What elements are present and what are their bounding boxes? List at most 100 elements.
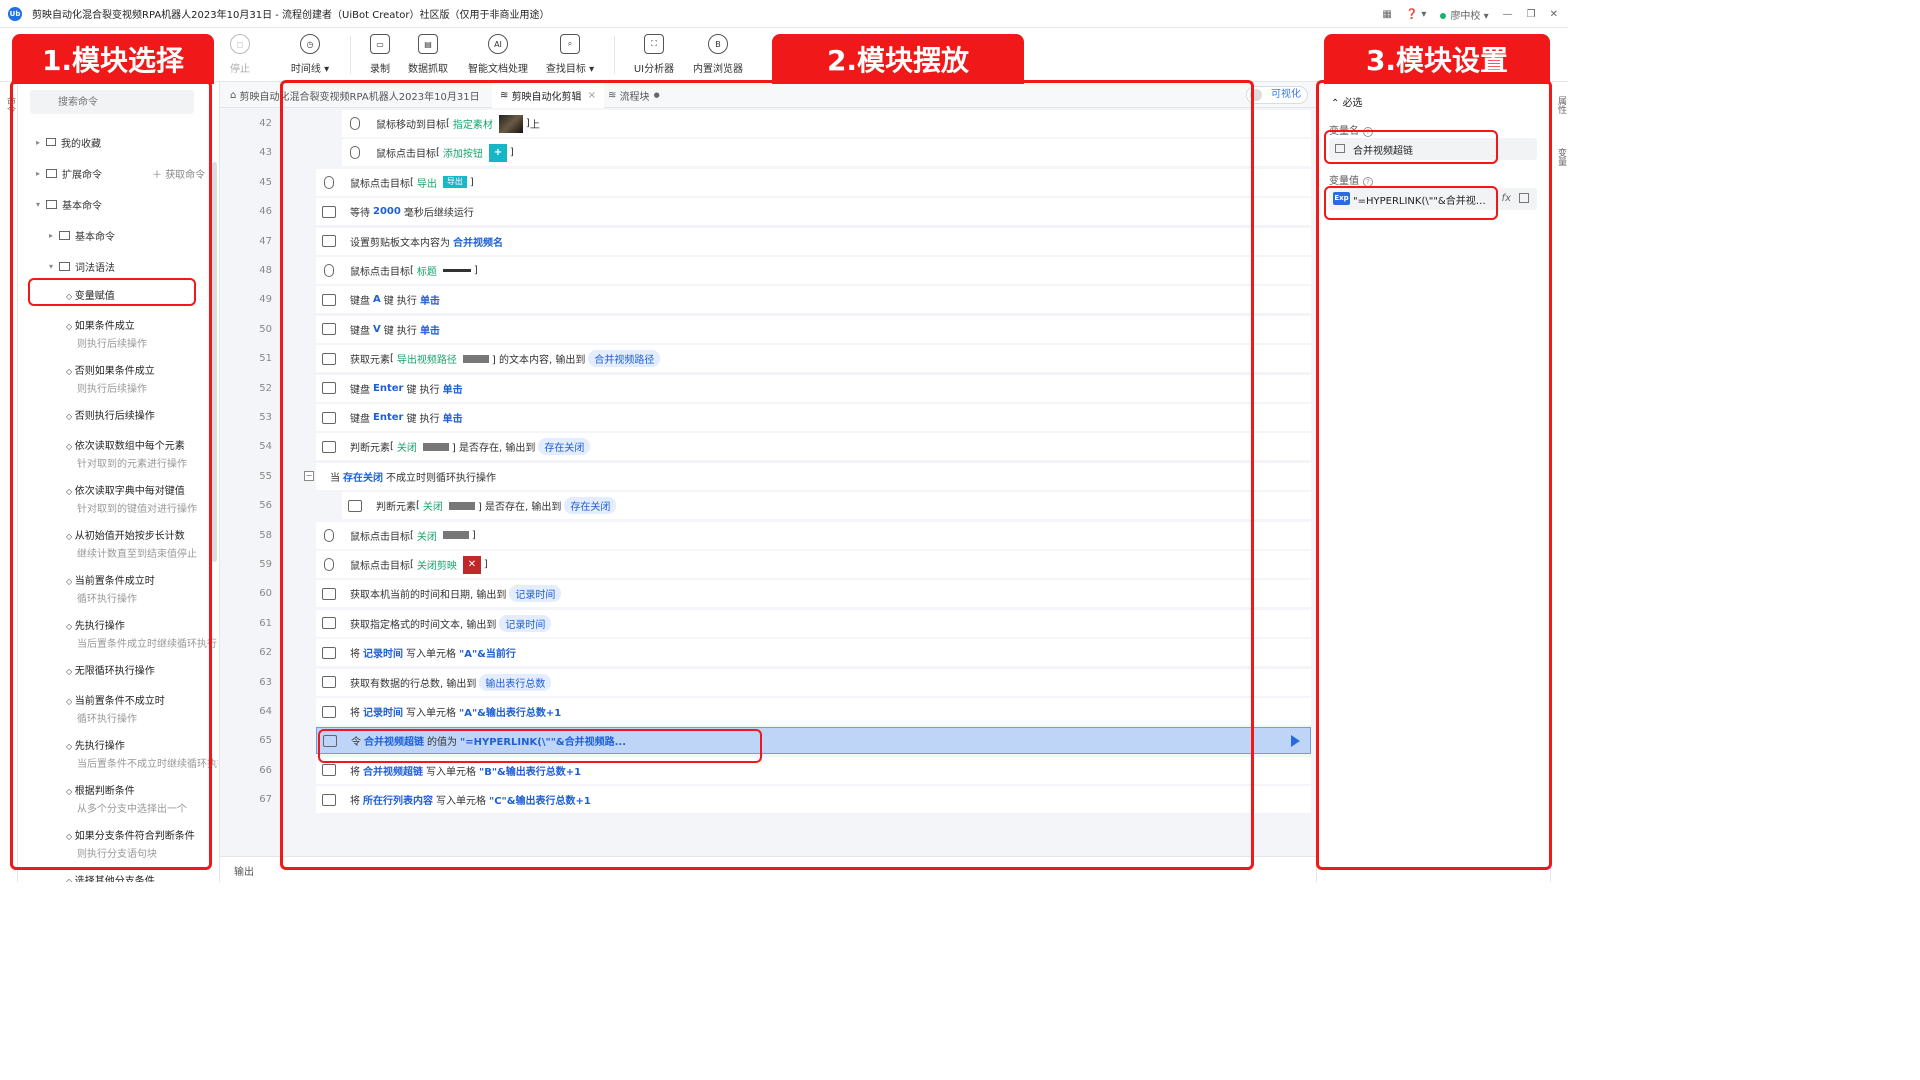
layers-icon: ≋ (500, 89, 512, 101)
command-item[interactable]: 先执行操作当后置条件不成立时继续循环执行 (66, 737, 218, 770)
code-row-47[interactable]: 设置剪贴板文本内容为 合并视频名 (316, 227, 1311, 255)
smart-document-button[interactable]: AI 智能文档处理 (466, 34, 530, 75)
code-row-60[interactable]: 获取本机当前的时间和日期, 输出到 记录时间 (316, 580, 1311, 608)
edit-icon[interactable] (1519, 193, 1529, 203)
tab-flow-block[interactable]: ≋ 流程块 ● (608, 82, 660, 108)
code-text: [ (446, 118, 450, 129)
code-row-66[interactable]: 将合并视频超链 写入单元格 "B"&输出表行总数+1 (316, 756, 1311, 784)
command-item[interactable]: 当前置条件不成立时循环执行操作 (66, 692, 218, 725)
help-icon[interactable]: ? (1363, 127, 1373, 137)
find-target-button[interactable]: ⌕ 查找目标 ▾ (538, 34, 602, 75)
left-edge-tab[interactable]: 命令 (0, 82, 18, 882)
tree-item-basic-sub[interactable]: ▸ 基本命令 (49, 225, 219, 245)
line-number: 65 (259, 735, 272, 747)
command-item[interactable]: 如果条件成立则执行后续操作 (66, 317, 218, 350)
code-text: 设置剪贴板文本内容为 (350, 237, 450, 249)
code-row-43[interactable]: 鼠标点击目标[添加按钮 +] (342, 139, 1311, 167)
window-title: 剪映自动化混合裂变视频RPA机器人2023年10月31日 - 流程创建者（UiB… (32, 10, 550, 21)
line-number: 66 (259, 764, 272, 776)
code-row-48[interactable]: 鼠标点击目标[标题] (316, 257, 1311, 284)
command-item[interactable]: 当前置条件成立时循环执行操作 (66, 572, 218, 605)
target-name: 关闭剪映 (416, 561, 457, 572)
code-row-65[interactable]: 令合并视频超链 的值为 "=HYPERLINK(\""&合并视频路... (316, 727, 1311, 755)
tree-item-favorites[interactable]: ▸ 我的收藏 (36, 132, 219, 152)
data-scrape-button[interactable]: ▤ 数据抓取 (396, 34, 460, 75)
code-row-52[interactable]: 键盘 Enter 键 执行 单击 (316, 374, 1311, 402)
code-row-45[interactable]: 鼠标点击目标[导出 导出] (316, 168, 1311, 196)
code-keyword: "=HYPERLINK(\""&合并视频路... (460, 737, 627, 749)
code-row-49[interactable]: 键盘 A 键 执行 单击 (316, 286, 1311, 314)
code-row-50[interactable]: 键盘 V 键 执行 单击 (316, 315, 1311, 343)
annotation-title-module-select: 1.模块选择 (12, 34, 214, 84)
code-row-42[interactable]: 鼠标移动到目标[指定素材] 上 (342, 110, 1311, 137)
command-item[interactable]: 无限循环执行操作 (66, 662, 218, 677)
ui-analyzer-button[interactable]: ⛶ UI分析器 (622, 34, 686, 75)
code-row-51[interactable]: 获取元素[导出视频路径] 的文本内容, 输出到 合并视频路径 (316, 345, 1311, 373)
command-subtitle: 当后置条件成立时继续循环执行 (77, 639, 217, 650)
left-scrollbar[interactable] (212, 162, 217, 562)
command-item[interactable]: 选择其他分支条件 (66, 872, 218, 882)
command-item[interactable]: 变量赋值 (66, 287, 218, 302)
code-row-55[interactable]: 当存在关闭 不成立时则循环执行操作 (316, 462, 1311, 490)
command-item[interactable]: 如果分支条件符合判断条件则执行分支语句块 (66, 827, 218, 860)
command-item[interactable]: 依次读取字典中每对键值针对取到的键值对进行操作 (66, 482, 218, 515)
code-text: [ (390, 353, 394, 365)
line-number: 54 (259, 441, 272, 453)
var-value-label: 变量值? (1329, 172, 1373, 187)
command-item[interactable]: 先执行操作当后置条件成立时继续循环执行 (66, 617, 218, 650)
get-command-button[interactable]: ＋ 获取命令 (152, 163, 212, 183)
code-row-67[interactable]: 将所在行列表内容 写入单元格 "C"&输出表行总数+1 (316, 786, 1311, 814)
help-icon[interactable]: ❓ ▾ (1406, 9, 1427, 20)
timeline-button[interactable]: ◷ 时间线 ▾ (278, 34, 342, 75)
visualize-toggle[interactable]: 可视化 (1246, 86, 1308, 104)
plus-icon: ＋ (152, 169, 162, 181)
command-item[interactable]: 依次读取数组中每个元素针对取到的元素进行操作 (66, 437, 218, 470)
command-item[interactable]: 根据判断条件从多个分支中选择出一个 (66, 782, 218, 815)
command-icon (322, 440, 336, 453)
minimize-icon[interactable]: — (1503, 9, 1513, 20)
required-section[interactable]: ⌃ 必选 (1331, 94, 1363, 109)
command-item[interactable]: 从初始值开始按步长计数继续计数直至到结束值停止 (66, 527, 218, 560)
tree-item-syntax[interactable]: ▾ 词法语法 (49, 256, 219, 276)
code-row-63[interactable]: 获取有数据的行总数, 输出到 输出表行总数 (316, 668, 1311, 696)
properties-edge-tab[interactable]: 属性 (1555, 96, 1568, 114)
code-row-61[interactable]: 获取指定格式的时间文本, 输出到 记录时间 (316, 609, 1311, 637)
mouse-icon (350, 146, 360, 160)
code-row-53[interactable]: 键盘 Enter 键 执行 单击 (316, 404, 1311, 431)
run-arrow-icon[interactable] (1291, 735, 1300, 748)
output-panel[interactable]: 输出 (220, 856, 1316, 882)
var-value-field[interactable]: Exp "=HYPERLINK(\""&合并视频路... fx (1329, 188, 1537, 210)
code-row-59[interactable]: 鼠标点击目标[关闭剪映 ✕] (316, 551, 1311, 578)
code-row-46[interactable]: 等待 2000 毫秒后继续运行 (316, 198, 1311, 226)
code-text: 判断元素 (376, 502, 416, 514)
close-tab-icon[interactable]: × (588, 90, 596, 101)
code-row-64[interactable]: 将记录时间 写入单元格 "A"&输出表行总数+1 (316, 698, 1311, 725)
code-row-62[interactable]: 将记录时间 写入单元格 "A"&当前行 (316, 639, 1311, 667)
stop-button[interactable]: ◻ 停止 (208, 34, 272, 75)
close-icon[interactable]: ✕ (1550, 9, 1558, 20)
code-row-56[interactable]: 判断元素[关闭] 是否存在, 输出到 存在关闭 (342, 492, 1311, 520)
builtin-browser-button[interactable]: B 内置浏览器 (686, 34, 750, 75)
code-row-58[interactable]: 鼠标点击目标[关闭] (316, 521, 1311, 549)
code-text: 鼠标点击目标 (350, 267, 410, 278)
command-title: 否则如果条件成立 (66, 362, 218, 377)
grid-menu-icon[interactable]: ▦ (1382, 9, 1391, 20)
fx-icon[interactable]: fx (1502, 193, 1511, 204)
help-icon[interactable]: ? (1363, 177, 1373, 187)
tab-jianying-edit[interactable]: ≋ 剪映自动化剪辑 × (492, 82, 604, 108)
user-menu[interactable]: 廖中校 ▾ (1440, 7, 1489, 22)
code-row-54[interactable]: 判断元素[关闭] 是否存在, 输出到 存在关闭 (316, 433, 1311, 461)
search-command-input[interactable] (30, 90, 194, 114)
command-item[interactable]: 否则如果条件成立则执行后续操作 (66, 362, 218, 395)
variables-edge-tab[interactable]: 变量 (1555, 148, 1568, 166)
editor-tabs: ⌂ 剪映自动化混合裂变视频RPA机器人2023年10月31日 ≋ 剪映自动化剪辑… (220, 82, 1316, 108)
restore-icon[interactable]: ❐ (1527, 9, 1536, 20)
collapse-toggle-icon[interactable]: − (304, 470, 314, 481)
target-thumbnail-icon (498, 114, 523, 133)
command-item[interactable]: 否则执行后续操作 (66, 407, 218, 422)
target-name: 添加按钮 (442, 149, 483, 161)
var-name-field[interactable]: 合并视频超链 (1329, 138, 1537, 160)
code-text: 不成立时则循环执行操作 (386, 472, 496, 484)
tab-project[interactable]: ⌂ 剪映自动化混合裂变视频RPA机器人2023年10月31日 (230, 82, 482, 108)
tree-item-basic-commands[interactable]: ▾ 基本命令 (36, 194, 219, 214)
